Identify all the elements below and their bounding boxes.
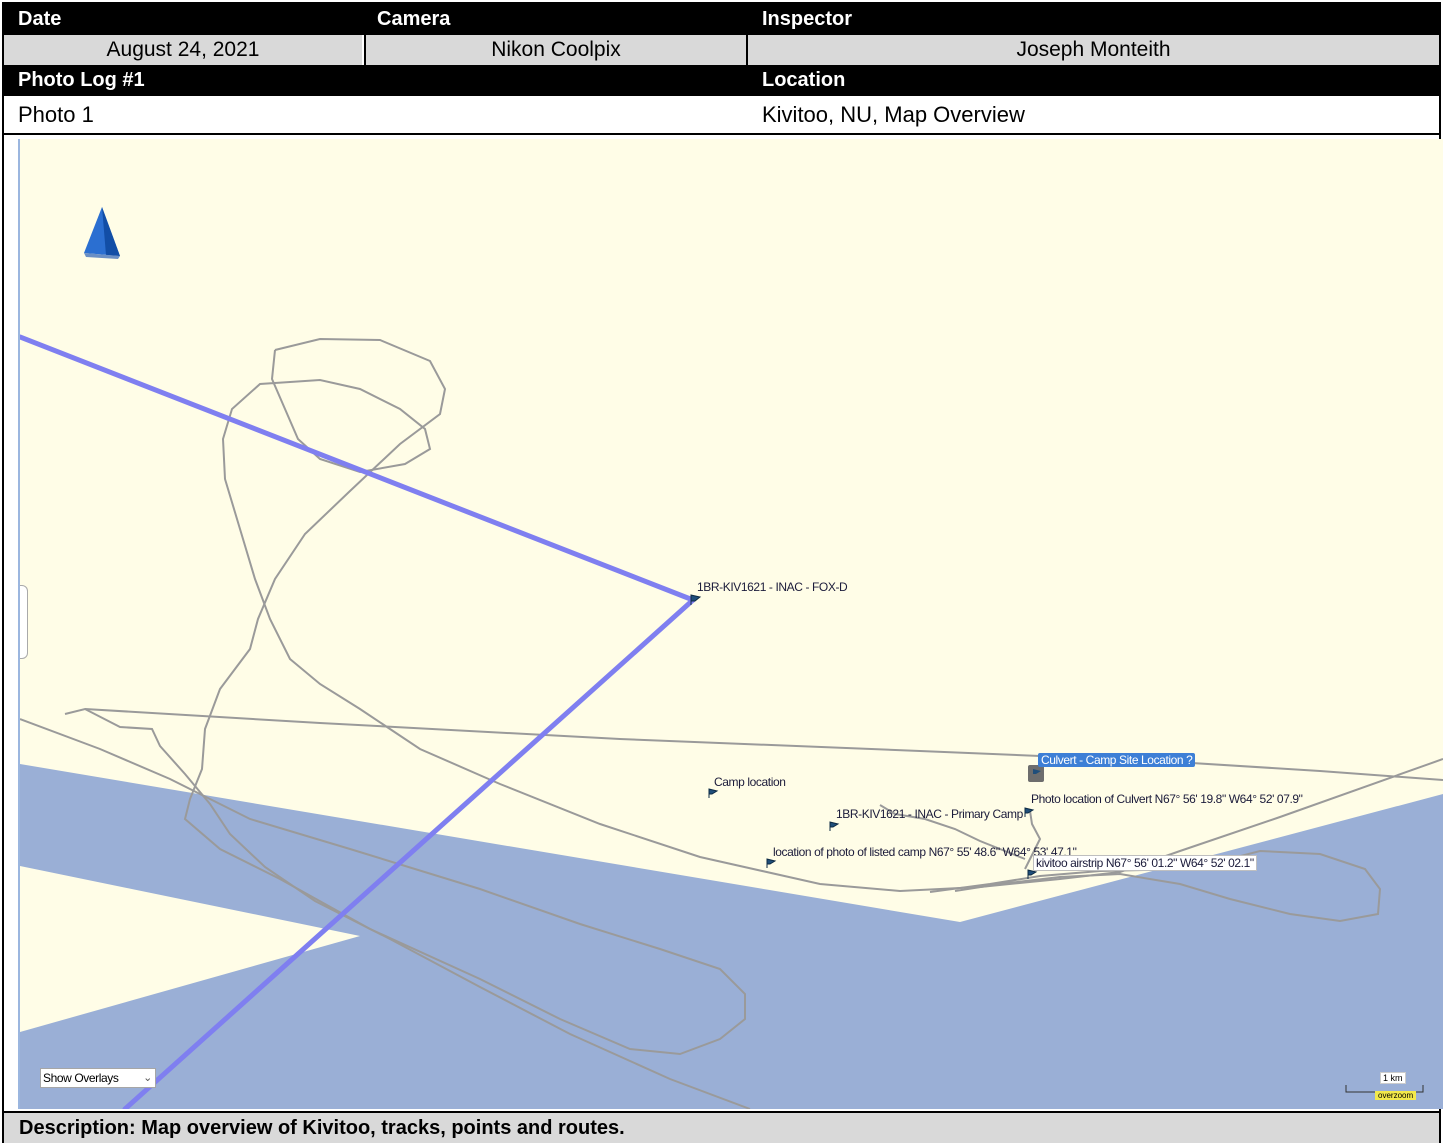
description-row: Description: Map overview of Kivitoo, tr… [4,1111,1439,1143]
route-segment-1 [20,334,696,603]
camera-label: Camera [377,8,451,30]
chevron-down-icon: ⌄ [143,1072,152,1084]
waypoint-label-photo-culvert[interactable]: Photo location of Culvert N67° 56' 19.8"… [1031,792,1303,806]
map-canvas [20,207,1443,1109]
culvert-marker-icon [1028,765,1044,782]
waypoint-label-airstrip[interactable]: kivitoo airstrip N67° 56' 01.2" W64° 52'… [1033,855,1257,871]
location-value: Kivitoo, NU, Map Overview [762,101,1025,127]
header-row-values: August 24, 2021 Nikon Coolpix Joseph Mon… [4,35,1439,65]
photo-log-label: Photo Log #1 [18,69,145,91]
waypoint-label-photo-listed-camp[interactable]: location of photo of listed camp N67° 55… [773,845,1077,859]
camera-value: Nikon Coolpix [364,35,746,65]
flag-icon [829,821,840,831]
header-row-labels-2: Photo Log #1 Location [4,65,1439,96]
scale-label: 1 km [1380,1072,1406,1084]
map-view[interactable]: 1BR-KIV1621 - INAC - FOX-D Culvert - Cam… [18,139,1443,1109]
waypoint-label-primary-camp[interactable]: 1BR-KIV1621 - INAC - Primary Camp [836,807,1023,821]
flag-icon [1024,807,1035,817]
photo-value: Photo 1 [18,101,94,127]
show-overlays-label: Show Overlays [43,1071,119,1085]
header-row-values-2: Photo 1 Kivitoo, NU, Map Overview [4,96,1439,135]
show-overlays-select[interactable]: Show Overlays ⌄ [40,1068,156,1088]
date-label: Date [18,8,62,30]
north-arrow-icon [84,207,120,259]
header-row-labels: Date Camera Inspector [4,4,1439,35]
waypoint-label-fox-d[interactable]: 1BR-KIV1621 - INAC - FOX-D [697,580,848,594]
inspector-value: Joseph Monteith [746,35,1439,65]
waypoint-label-camp-location[interactable]: Camp location [714,775,786,789]
flag-icon [766,858,777,868]
inspector-label: Inspector [762,8,853,30]
sidebar-toggle[interactable] [20,585,28,659]
waypoint-flags [690,594,1038,879]
waypoint-label-culvert-camp[interactable]: Culvert - Camp Site Location ? [1038,753,1196,767]
date-value: August 24, 2021 [4,35,362,65]
overzoom-badge: overzoom [1375,1091,1417,1100]
location-label: Location [762,69,846,91]
flag-icon [708,788,719,798]
